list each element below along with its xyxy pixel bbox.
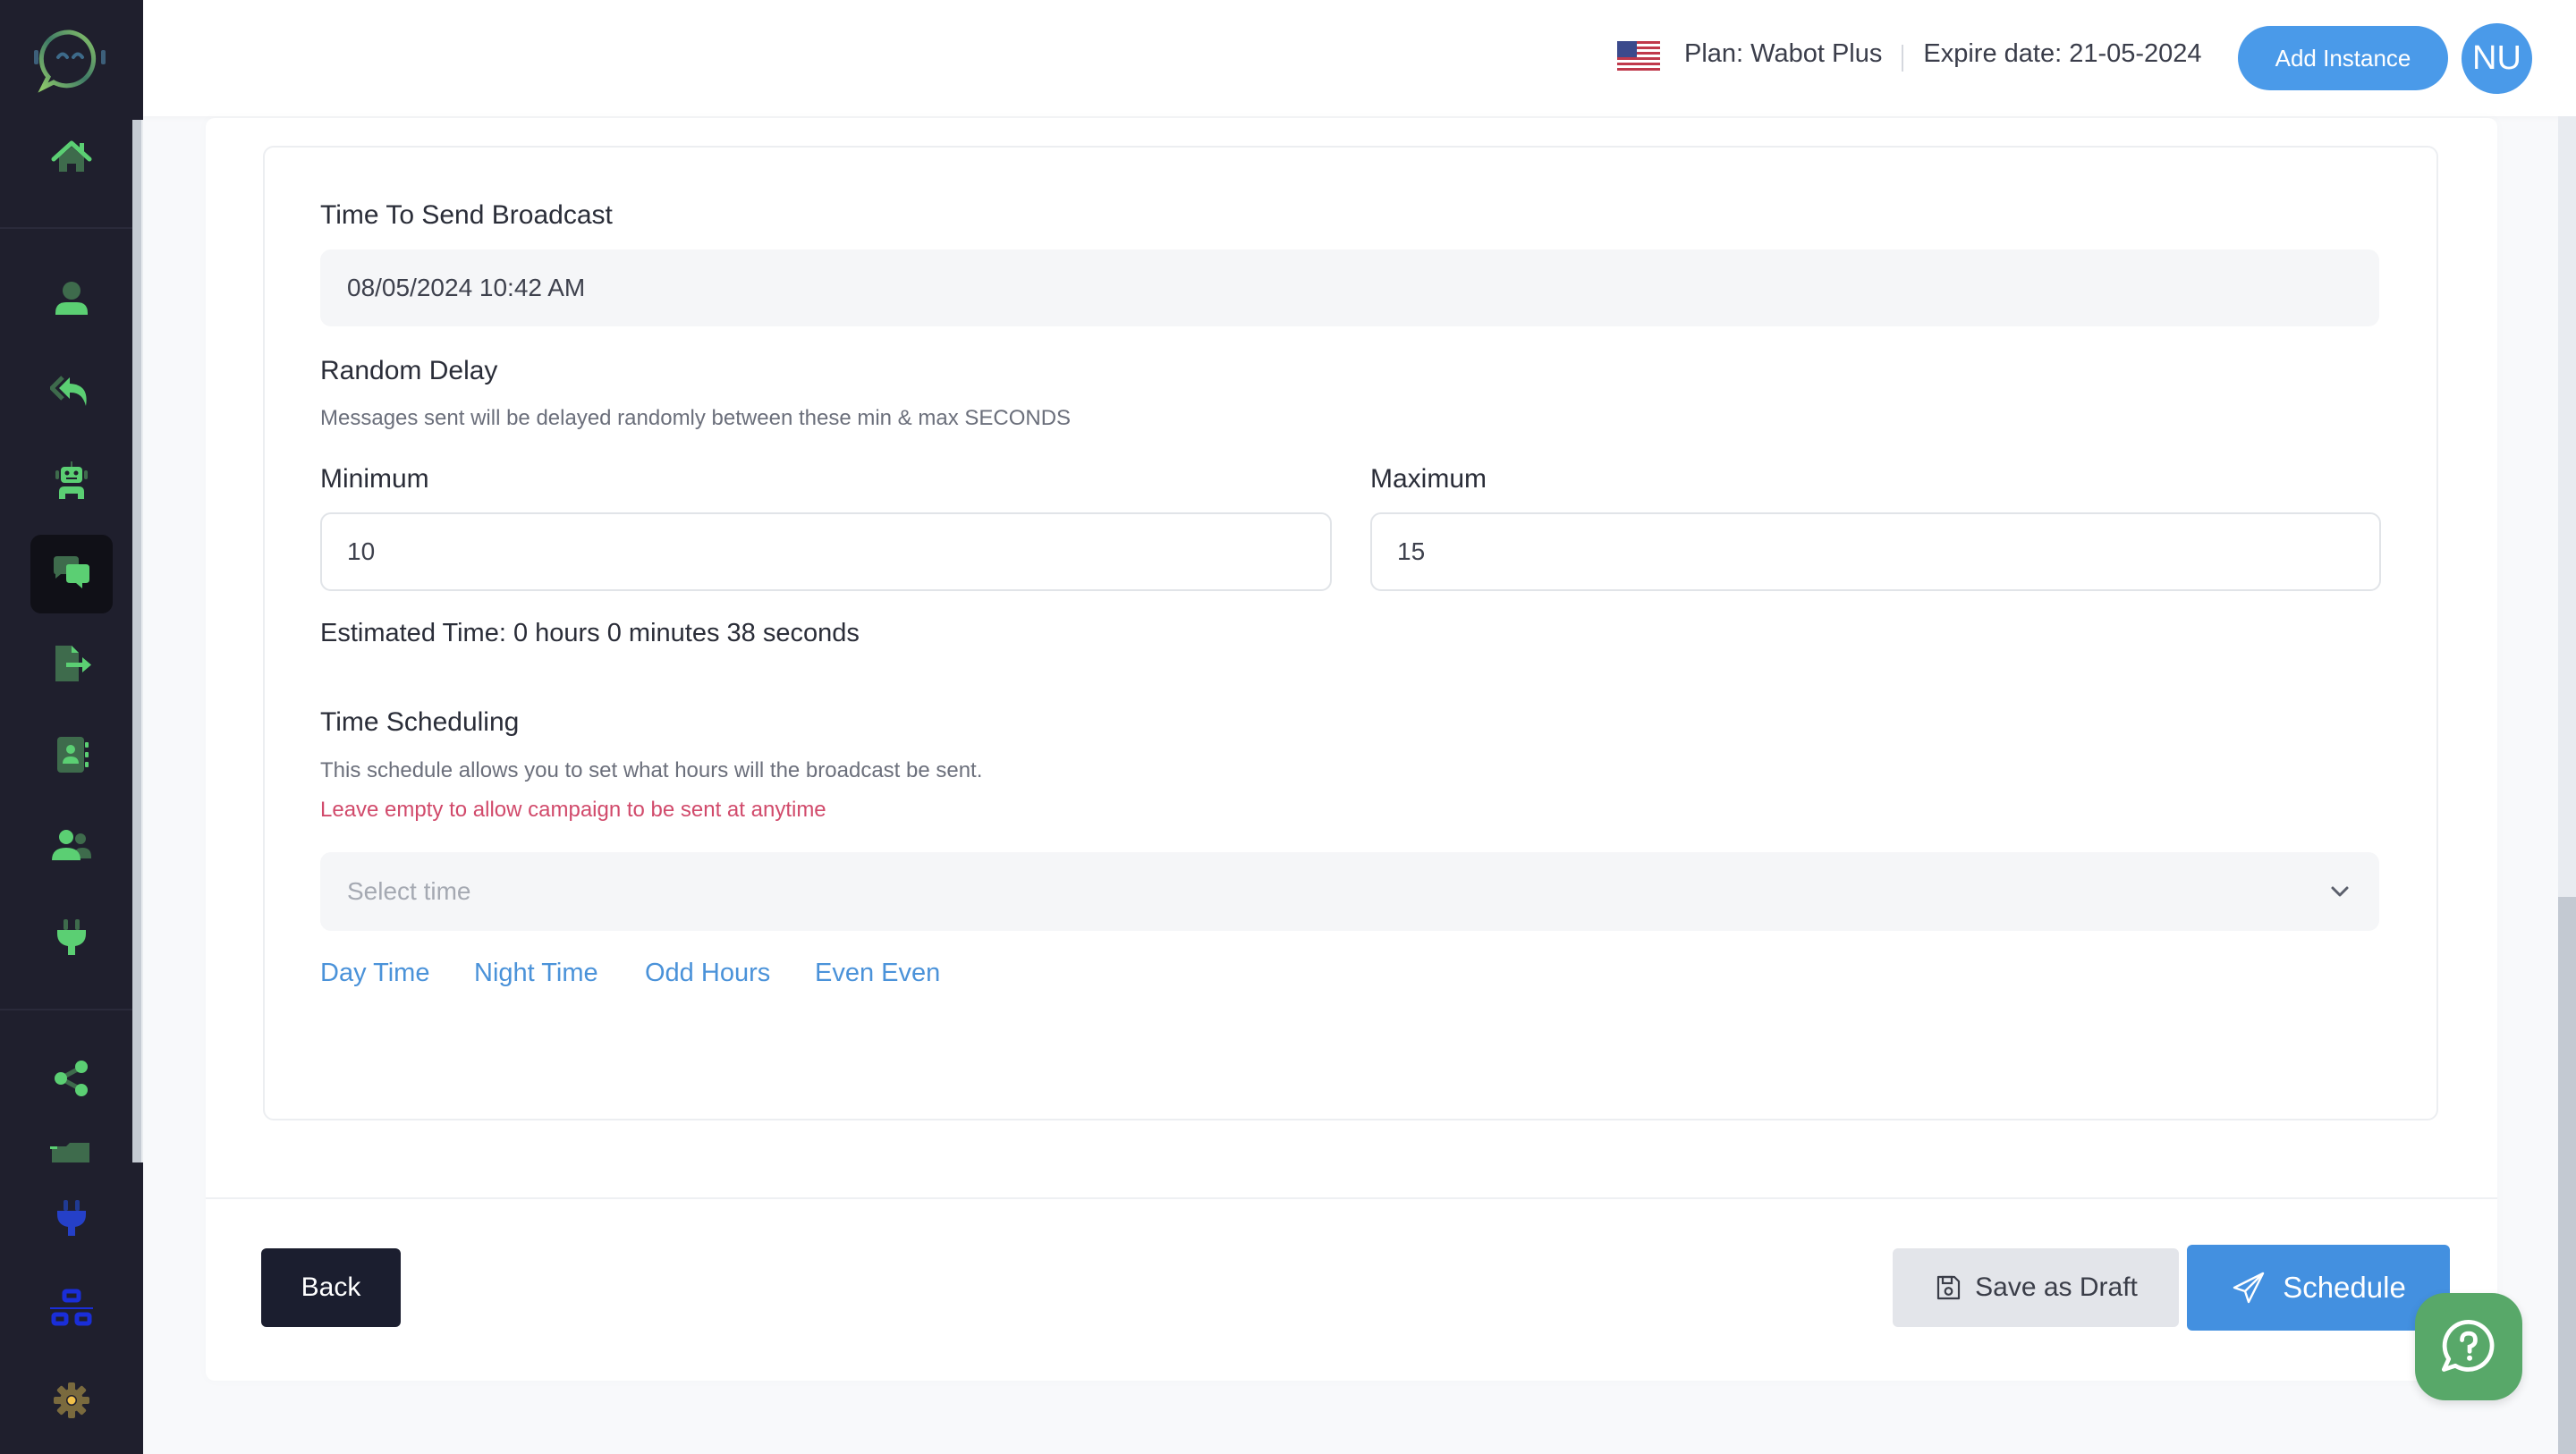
chat-bubbles-icon: [54, 556, 89, 588]
sidebar-item-broadcast[interactable]: [30, 535, 113, 613]
footer-divider: [206, 1197, 2497, 1199]
sidebar-item-folder[interactable]: [30, 1130, 113, 1162]
send-time-label: Time To Send Broadcast: [320, 200, 613, 230]
quick-option-even-hours[interactable]: Even Even: [815, 959, 940, 988]
sidebar-divider: [0, 227, 132, 229]
paper-plane-icon: [2233, 1272, 2265, 1304]
robot-icon: [55, 461, 88, 499]
chat-bot-logo[interactable]: [30, 25, 109, 97]
sidebar-item-user[interactable]: [30, 259, 113, 338]
save-draft-label: Save as Draft: [1975, 1272, 2138, 1302]
send-time-input[interactable]: [320, 249, 2379, 326]
plan-label: Plan: Wabot Plus: [1684, 39, 1883, 68]
floppy-disk-icon: [1937, 1275, 1961, 1300]
sidebar-item-plugin[interactable]: [30, 1179, 113, 1257]
save-draft-button[interactable]: Save as Draft: [1893, 1248, 2179, 1327]
select-time-dropdown[interactable]: Select time: [320, 852, 2379, 931]
maximum-delay-input[interactable]: [1370, 512, 2381, 591]
sidebar-item-phonebook[interactable]: [30, 715, 113, 794]
users-icon: [52, 830, 91, 860]
folder-icon: [50, 1143, 89, 1162]
quick-option-day-time[interactable]: Day Time: [320, 959, 429, 988]
back-button[interactable]: Back: [261, 1248, 401, 1327]
sidebar-item-integrations[interactable]: [30, 898, 113, 976]
sidebar-scrollbar-thumb[interactable]: [132, 120, 141, 1162]
sidebar-item-groups[interactable]: [30, 807, 113, 885]
time-scheduling-label: Time Scheduling: [320, 707, 520, 737]
sidebar-item-network[interactable]: [30, 1270, 113, 1348]
time-scheduling-warning: Leave empty to allow campaign to be sent…: [320, 798, 826, 822]
maximum-label: Maximum: [1370, 464, 1487, 494]
schedule-button[interactable]: Schedule: [2187, 1245, 2450, 1331]
broadcast-form-card: Time To Send Broadcast Random Delay Mess…: [206, 118, 2497, 1381]
file-export-icon: [55, 646, 91, 681]
reply-all-icon: [50, 376, 87, 406]
sidebar-divider: [0, 1009, 132, 1010]
select-time-placeholder: Select time: [347, 877, 471, 905]
address-book-icon: [57, 737, 89, 773]
minimum-delay-input[interactable]: [320, 512, 1332, 591]
plug-icon: [57, 919, 86, 955]
sidebar-item-share[interactable]: [30, 1039, 113, 1118]
top-header: Plan: Wabot Plus Expire date: 21-05-2024…: [143, 0, 2576, 116]
page-scrollbar-thumb[interactable]: [2558, 897, 2576, 1454]
plug-blue-icon: [57, 1200, 86, 1236]
us-flag-icon[interactable]: [1617, 41, 1660, 73]
estimated-time-text: Estimated Time: 0 hours 0 minutes 38 sec…: [320, 619, 860, 647]
sidebar-item-auto-reply[interactable]: [30, 351, 113, 429]
user-icon: [55, 282, 88, 315]
sidebar-item-home[interactable]: [30, 118, 113, 197]
help-chat-button[interactable]: [2415, 1293, 2522, 1400]
random-delay-label: Random Delay: [320, 356, 498, 385]
user-avatar[interactable]: NU: [2462, 23, 2532, 94]
quick-option-night-time[interactable]: Night Time: [474, 959, 598, 988]
sidebar: [0, 0, 143, 1454]
sidebar-item-settings[interactable]: [30, 1361, 113, 1440]
share-icon: [55, 1061, 88, 1096]
gear-icon: [54, 1382, 89, 1418]
quick-option-odd-hours[interactable]: Odd Hours: [645, 959, 770, 988]
chevron-down-icon: [2331, 886, 2349, 897]
random-delay-help: Messages sent will be delayed randomly b…: [320, 406, 1072, 430]
header-separator: [1902, 45, 1904, 72]
sidebar-item-export[interactable]: [30, 624, 113, 703]
sitemap-icon: [50, 1289, 93, 1326]
home-icon: [51, 140, 92, 172]
add-instance-button[interactable]: Add Instance: [2238, 26, 2448, 90]
question-chat-icon: [2441, 1319, 2495, 1372]
minimum-label: Minimum: [320, 464, 429, 494]
sidebar-item-chatbot[interactable]: [30, 442, 113, 520]
expire-date-label: Expire date: 21-05-2024: [1923, 39, 2202, 68]
schedule-label: Schedule: [2283, 1271, 2406, 1304]
time-scheduling-help: This schedule allows you to set what hou…: [320, 758, 983, 782]
